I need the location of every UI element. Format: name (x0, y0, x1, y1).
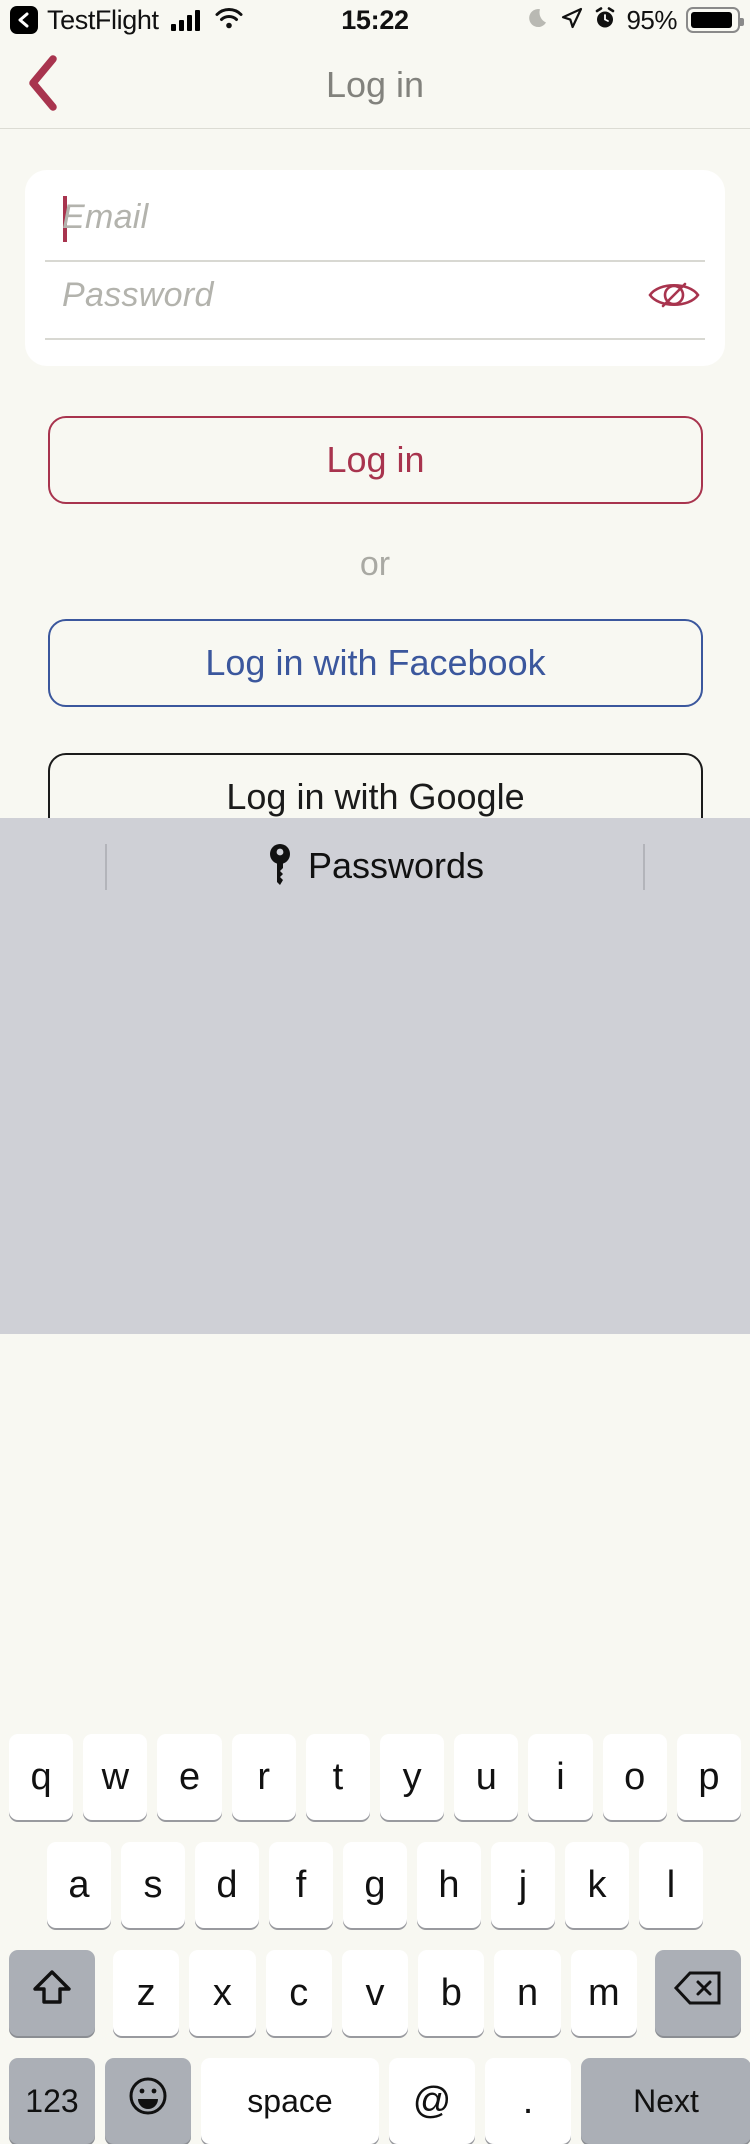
shift-arrow-icon (30, 1966, 74, 2020)
row3-left-spacer (100, 1950, 108, 2036)
key-z[interactable]: z (113, 1950, 180, 2036)
key-m[interactable]: m (570, 1950, 637, 2036)
suggestion-divider-left (105, 844, 107, 890)
key-t[interactable]: t (305, 1734, 371, 1820)
page-title: Log in (325, 63, 425, 105)
key-j[interactable]: j (491, 1842, 555, 1928)
status-bar: TestFlight 15:22 95% (0, 0, 750, 40)
key-b[interactable]: b (418, 1950, 485, 2036)
key-icon (266, 842, 294, 890)
period-key[interactable]: . (485, 2058, 571, 2144)
password-field-underline (45, 338, 705, 340)
login-button[interactable]: Log in (48, 416, 703, 504)
numbers-key[interactable]: 123 (9, 2058, 95, 2144)
key-x[interactable]: x (189, 1950, 256, 2036)
emoji-smiley-icon (126, 2074, 170, 2128)
key-f[interactable]: f (269, 1842, 333, 1928)
row3-right-spacer (642, 1950, 650, 2036)
backspace-key[interactable] (654, 1950, 741, 2036)
password-placeholder: Password (62, 276, 214, 314)
key-s[interactable]: s (121, 1842, 185, 1928)
passwords-label: Passwords (307, 845, 485, 886)
next-key[interactable]: Next (581, 2058, 750, 2144)
keyboard-row-4: 123 space @ . Next (0, 2058, 750, 2144)
passwords-autofill-button[interactable]: Passwords (266, 842, 484, 890)
eye-slash-icon (647, 276, 701, 318)
key-c[interactable]: c (265, 1950, 332, 2036)
key-v[interactable]: v (341, 1950, 409, 2036)
login-with-facebook-button[interactable]: Log in with Facebook (48, 619, 703, 707)
key-n[interactable]: n (494, 1950, 561, 2036)
key-p[interactable]: p (676, 1734, 742, 1820)
keyboard-row-1: q w e r t y u i o p (0, 1734, 750, 1820)
key-d[interactable]: d (195, 1842, 259, 1928)
key-q[interactable]: q (9, 1734, 74, 1820)
key-w[interactable]: w (83, 1734, 148, 1820)
toggle-password-visibility-button[interactable] (645, 272, 703, 322)
login-form-card: Email Password (25, 170, 725, 366)
key-h[interactable]: h (417, 1842, 481, 1928)
key-e[interactable]: e (157, 1734, 222, 1820)
emoji-key[interactable] (105, 2058, 191, 2144)
key-r[interactable]: r (231, 1734, 296, 1820)
navigation-bar: Log in (0, 40, 750, 129)
on-screen-keyboard: Passwords q w e r t y u i o p a s d f g … (0, 818, 750, 2144)
email-field[interactable]: Email (45, 184, 705, 262)
key-k[interactable]: k (565, 1842, 629, 1928)
keyboard-row-2: a s d f g h j k l (0, 1842, 750, 1928)
or-separator-label: or (359, 544, 391, 583)
key-g[interactable]: g (343, 1842, 407, 1928)
key-i[interactable]: i (528, 1734, 593, 1820)
suggestion-divider-right (643, 844, 645, 890)
key-u[interactable]: u (454, 1734, 519, 1820)
status-bar-clock: 15:22 (341, 4, 409, 35)
shift-key[interactable] (9, 1950, 95, 2036)
backspace-delete-icon (673, 1969, 723, 2017)
password-field[interactable]: Password (45, 262, 705, 340)
battery-icon (686, 7, 744, 33)
key-a[interactable]: a (47, 1842, 111, 1928)
email-placeholder: Email (62, 198, 149, 236)
keyboard-suggestion-bar: Passwords (0, 818, 750, 914)
at-key[interactable]: @ (389, 2058, 475, 2144)
keyboard-row-3: z x c v b n m (0, 1950, 750, 2036)
login-screen: TestFlight 15:22 95% Log in Email Passwo… (0, 0, 750, 2144)
key-o[interactable]: o (602, 1734, 667, 1820)
space-key[interactable]: space (201, 2058, 379, 2144)
key-y[interactable]: y (380, 1734, 445, 1820)
key-l[interactable]: l (639, 1842, 703, 1928)
